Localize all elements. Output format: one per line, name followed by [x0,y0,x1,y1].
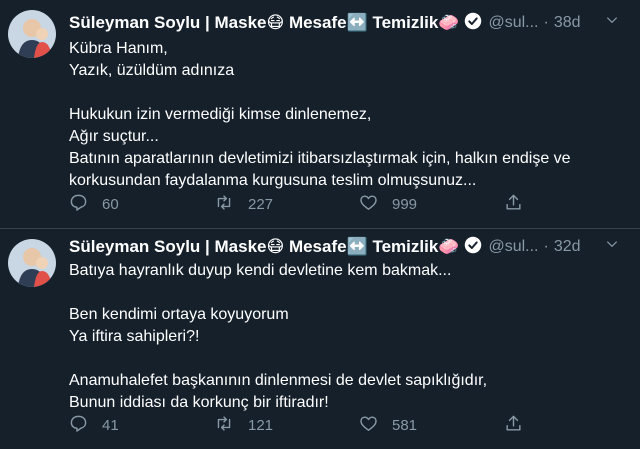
tweet-line: Kübra Hanım, [69,40,168,57]
tweet-header: Süleyman Soylu | Maske😷 Mesafe↔️ Temizli… [69,235,630,259]
share-icon [504,193,537,216]
tweet-line: Bunun iddiası da korkunç bir iftiradır! [69,394,329,411]
avatar[interactable] [8,10,56,58]
tweet-actions: 41 121 581 [69,413,539,437]
timestamp[interactable]: 32d [554,238,581,256]
retweet-button[interactable]: 227 [214,193,359,216]
author-handle[interactable]: @sul... [488,238,538,256]
tweet-line: Batıya hayranlık duyup kendi devletine k… [69,262,452,279]
tweet-text: Batıya hayranlık duyup kendi devletine k… [69,260,620,414]
like-icon [359,414,392,437]
reply-button[interactable]: 41 [69,414,214,437]
like-count: 581 [392,416,418,434]
tweet-line: Ben kendimi ortaya koyuyorum [69,306,289,323]
retweet-count: 227 [248,195,274,213]
author-name[interactable]: Süleyman Soylu | Maske😷 Mesafe↔️ Temizli… [69,237,459,257]
separator: · [543,238,549,255]
retweet-button[interactable]: 121 [214,414,359,437]
chevron-down-icon[interactable] [602,13,622,30]
reply-icon [69,193,102,216]
reply-button[interactable]: 60 [69,193,214,216]
separator: · [543,14,549,31]
tweet[interactable]: Süleyman Soylu | Maske😷 Mesafe↔️ Temizli… [0,229,640,449]
tweet-line: Hukukun izin vermediği kimse dinlenemez, [69,106,372,123]
retweet-count: 121 [248,416,274,434]
author-name[interactable]: Süleyman Soylu | Maske😷 Mesafe↔️ Temizli… [69,13,459,33]
tweet-line: Ya iftira sahipleri?! [69,328,200,345]
retweet-icon [214,414,248,437]
avatar[interactable] [8,239,56,287]
like-button[interactable]: 999 [359,193,504,216]
timestamp[interactable]: 38d [554,14,581,32]
tweet-text: Kübra Hanım, Yazık, üzüldüm adınıza Huku… [69,38,620,192]
tweet-header: Süleyman Soylu | Maske😷 Mesafe↔️ Temizli… [69,11,630,35]
author-handle[interactable]: @sul... [488,14,538,32]
retweet-icon [214,193,248,216]
tweet-line: Yazık, üzüldüm adınıza [69,62,235,79]
reply-icon [69,414,102,437]
share-button[interactable] [504,193,534,216]
tweet-line: Anamuhalefet başkanının dinlenmesi de de… [69,372,488,389]
tweet-line: Ağır suçtur... [69,128,159,145]
reply-count: 60 [102,195,119,213]
chevron-down-icon[interactable] [602,237,622,254]
reply-count: 41 [102,416,119,434]
like-count: 999 [392,195,418,213]
like-button[interactable]: 581 [359,414,504,437]
verified-badge-icon [464,12,482,35]
share-button[interactable] [504,414,534,437]
verified-badge-icon [464,236,482,259]
tweet-line: Batının aparatlarının devletimizi itibar… [69,150,571,167]
tweet-line: korkusundan faydalanma kurgusuna teslim … [69,172,477,189]
tweet-actions: 60 227 999 [69,192,539,216]
share-icon [504,414,537,437]
like-icon [359,193,392,216]
tweet[interactable]: Süleyman Soylu | Maske😷 Mesafe↔️ Temizli… [0,0,640,229]
